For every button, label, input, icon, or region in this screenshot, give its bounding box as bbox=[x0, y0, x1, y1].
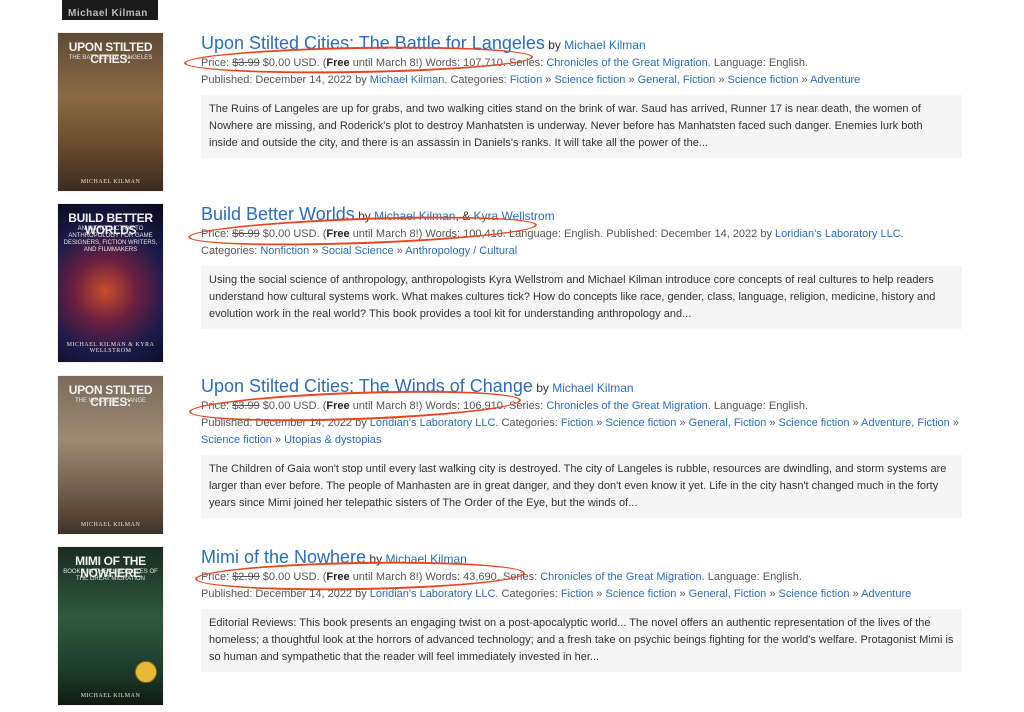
book-published-line: Published: December 14, 2022 by Loridian… bbox=[201, 588, 912, 600]
cover-author: Michael Kilman & Kyra Wellstrom bbox=[66, 342, 155, 354]
award-badge-icon bbox=[135, 661, 157, 683]
free-label: Free bbox=[326, 57, 350, 69]
cover-subtitle: An introduction to anthropology for game… bbox=[63, 226, 158, 253]
author-link[interactable]: Michael Kilman bbox=[374, 209, 455, 223]
cover-author: Michael Kilman bbox=[80, 522, 141, 528]
category-link[interactable]: Science fiction bbox=[728, 74, 799, 86]
by-label: by bbox=[358, 209, 371, 223]
old-price: $3.99 bbox=[232, 57, 260, 69]
category-link[interactable]: Social Science bbox=[321, 245, 393, 257]
author-link[interactable]: Kyra Wellstrom bbox=[474, 209, 555, 223]
category-link[interactable]: Fiction bbox=[917, 417, 949, 429]
category-link[interactable]: Fiction bbox=[510, 74, 542, 86]
cover-subtitle: The Winds of Change bbox=[74, 398, 146, 404]
category-link[interactable]: Science fiction bbox=[201, 434, 272, 446]
by-label: by bbox=[369, 552, 383, 566]
author-link[interactable]: Michael Kilman bbox=[385, 552, 466, 566]
book-title-link[interactable]: Upon Stilted Cities: The Battle for Lang… bbox=[201, 33, 545, 53]
book-published-line: Published: December 14, 2022 by Michael … bbox=[201, 74, 861, 86]
author-link[interactable]: Michael Kilman bbox=[552, 381, 633, 395]
cover-subtitle: The Battle for Langeles bbox=[68, 55, 153, 61]
book-info: Mimi of the Nowhere by Michael Kilman Pr… bbox=[201, 547, 966, 672]
book-price-line: Price: $3.99 $0.00 USD. (Free until Marc… bbox=[201, 400, 809, 412]
publisher-link[interactable]: Loridian's Laboratory LLC bbox=[370, 588, 496, 600]
category-link[interactable]: General, Fiction bbox=[638, 74, 716, 86]
old-price: $6.99 bbox=[232, 228, 260, 240]
category-link[interactable]: Fiction bbox=[561, 417, 593, 429]
book-description: The Children of Gaia won't stop until ev… bbox=[201, 455, 962, 518]
series-link[interactable]: Chronicles of the Great Migration bbox=[546, 400, 707, 412]
book-description: Editorial Reviews: This book presents an… bbox=[201, 609, 962, 672]
category-link[interactable]: General, Fiction bbox=[689, 417, 767, 429]
book-title-link[interactable]: Build Better Worlds bbox=[201, 204, 355, 224]
book-info: Upon Stilted Cities: The Battle for Lang… bbox=[201, 33, 966, 158]
series-link[interactable]: Chronicles of the Great Migration bbox=[546, 57, 707, 69]
free-label: Free bbox=[326, 400, 350, 412]
category-link[interactable]: Adventure, bbox=[861, 417, 914, 429]
book-price-line: Price: $6.99 $0.00 USD. (Free until Marc… bbox=[201, 228, 904, 240]
publisher-link[interactable]: Loridian's Laboratory LLC bbox=[370, 417, 496, 429]
book-info: Build Better Worlds by Michael Kilman, &… bbox=[201, 204, 966, 329]
book-title-link[interactable]: Mimi of the Nowhere bbox=[201, 547, 366, 567]
category-link[interactable]: Adventure bbox=[861, 588, 911, 600]
book-description: The Ruins of Langeles are up for grabs, … bbox=[201, 95, 962, 158]
by-label: by bbox=[548, 38, 561, 52]
category-link[interactable]: Science fiction bbox=[779, 417, 850, 429]
by-label: by bbox=[536, 381, 549, 395]
category-link[interactable]: Science fiction bbox=[605, 588, 676, 600]
book-categories-line: Categories: Nonfiction » Social Science … bbox=[201, 245, 518, 257]
previous-book-cover[interactable]: Michael Kilman bbox=[62, 0, 158, 20]
category-link[interactable]: Nonfiction bbox=[260, 245, 309, 257]
author-link[interactable]: Michael Kilman bbox=[564, 38, 645, 52]
category-link[interactable]: Anthropology / Cultural bbox=[405, 245, 517, 257]
category-link[interactable]: Science fiction bbox=[779, 588, 850, 600]
previous-cover-author: Michael Kilman bbox=[68, 8, 148, 19]
cover-subtitle: Book 1 in the Chronicles of the Great Mi… bbox=[63, 569, 158, 582]
book-price-line: Price: $2.99 $0.00 USD. (Free until Marc… bbox=[201, 571, 802, 583]
publisher-link[interactable]: Michael Kilman bbox=[370, 74, 445, 86]
category-link[interactable]: Science fiction bbox=[605, 417, 676, 429]
category-link[interactable]: Science fiction bbox=[554, 74, 625, 86]
cover-author: Michael Kilman bbox=[80, 693, 141, 699]
category-link[interactable]: General, Fiction bbox=[689, 588, 767, 600]
free-label: Free bbox=[326, 228, 350, 240]
book-description: Using the social science of anthropology… bbox=[201, 266, 962, 329]
book-title-link[interactable]: Upon Stilted Cities: The Winds of Change bbox=[201, 376, 533, 396]
category-link[interactable]: Adventure bbox=[810, 74, 860, 86]
publisher-link[interactable]: Loridian's Laboratory LLC bbox=[775, 228, 901, 240]
old-price: $3.99 bbox=[232, 400, 260, 412]
book-cover[interactable]: Mimi of the Nowhere Book 1 in the Chroni… bbox=[58, 547, 163, 705]
cover-author: Michael Kilman bbox=[80, 179, 141, 185]
book-price-line: Price: $3.99 $0.00 USD. (Free until Marc… bbox=[201, 57, 809, 69]
old-price: $2.99 bbox=[232, 571, 260, 583]
series-link[interactable]: Chronicles of the Great Migration bbox=[540, 571, 701, 583]
free-label: Free bbox=[326, 571, 350, 583]
category-link[interactable]: Fiction bbox=[561, 588, 593, 600]
book-info: Upon Stilted Cities: The Winds of Change… bbox=[201, 376, 966, 518]
book-cover[interactable]: Build Better Worlds An introduction to a… bbox=[58, 204, 163, 362]
category-link[interactable]: Utopias & dystopias bbox=[284, 434, 381, 446]
book-cover[interactable]: Upon Stilted Cities: The Battle for Lang… bbox=[58, 33, 163, 191]
book-cover[interactable]: Upon Stilted Cities: The Winds of Change… bbox=[58, 376, 163, 534]
book-published-line: Published: December 14, 2022 by Loridian… bbox=[201, 417, 959, 446]
